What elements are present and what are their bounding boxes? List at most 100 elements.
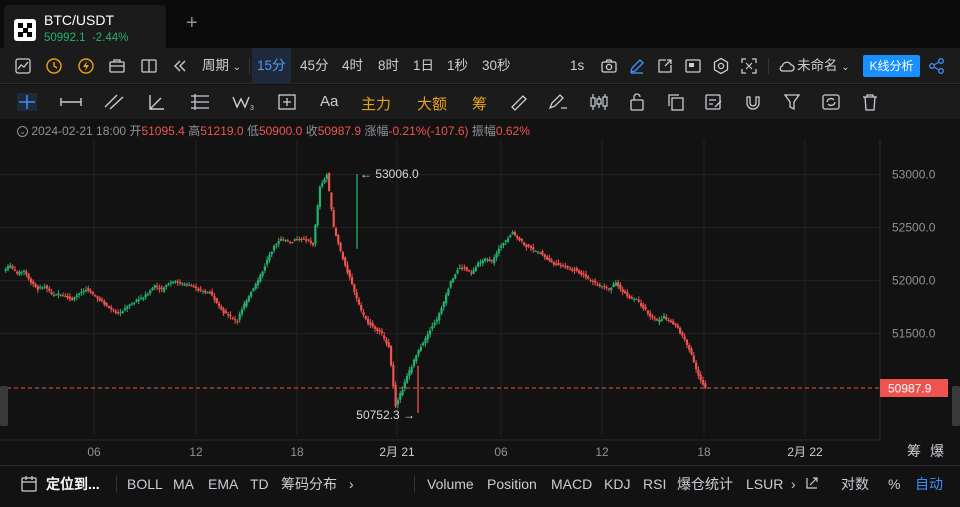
candle-body xyxy=(266,259,269,265)
settings-gear-icon[interactable] xyxy=(712,57,730,75)
sync-icon[interactable] xyxy=(821,93,841,111)
indicator-lsur[interactable]: LSUR xyxy=(746,466,783,502)
period-45m[interactable]: 45分 xyxy=(300,48,329,84)
candle-body xyxy=(282,239,285,241)
indicator-boll[interactable]: BOLL xyxy=(127,466,163,502)
candle-body xyxy=(162,287,166,292)
candle-body xyxy=(68,296,72,299)
candle-body xyxy=(600,286,604,288)
parallel-channel-icon[interactable] xyxy=(103,93,125,111)
indicator-icon[interactable] xyxy=(45,57,63,75)
main-force-toggle[interactable]: 主力 xyxy=(361,93,391,114)
fibonacci-icon[interactable] xyxy=(189,93,211,111)
measure-box-icon[interactable] xyxy=(277,93,297,111)
indicator-rsi[interactable]: RSI xyxy=(643,466,666,502)
lightning-icon[interactable] xyxy=(77,57,95,75)
text-tool[interactable]: Aa xyxy=(320,93,338,110)
candle-body xyxy=(550,259,553,263)
candle-body xyxy=(155,286,159,288)
lock-icon[interactable] xyxy=(628,93,646,111)
indicator-macd[interactable]: MACD xyxy=(551,466,592,502)
edit-note-icon[interactable] xyxy=(704,93,724,111)
external-link-icon[interactable] xyxy=(805,476,819,490)
period-1s[interactable]: 1秒 xyxy=(447,48,468,84)
share-icon[interactable] xyxy=(928,57,946,75)
liquidation-tab[interactable]: 爆 xyxy=(930,444,944,460)
crosshair-icon[interactable] xyxy=(17,93,37,111)
indicator-kdj[interactable]: KDJ xyxy=(604,466,630,502)
angle-tool-icon[interactable] xyxy=(147,93,167,111)
candle-body xyxy=(396,400,400,405)
large-order-toggle[interactable]: 大额 xyxy=(417,93,447,114)
wave-pattern-icon[interactable]: 3 xyxy=(231,93,257,111)
period-8h[interactable]: 8时 xyxy=(378,48,399,84)
period-4h[interactable]: 4时 xyxy=(342,48,363,84)
period-1d[interactable]: 1日 xyxy=(413,48,434,84)
indicator-position[interactable]: Position xyxy=(487,466,537,502)
indicator-chip-dist[interactable]: 筹码分布 xyxy=(281,466,337,502)
image-icon[interactable] xyxy=(684,57,702,75)
candle-body xyxy=(302,238,305,240)
scroll-right-handle[interactable] xyxy=(952,386,960,426)
indicator-ma[interactable]: MA xyxy=(173,466,194,502)
candle-body xyxy=(18,271,21,275)
candle-body xyxy=(87,288,90,291)
calendar-icon[interactable] xyxy=(20,475,38,493)
candle-body xyxy=(277,241,280,245)
indicator-td[interactable]: TD xyxy=(250,466,269,502)
candle-body xyxy=(467,270,471,272)
ohlc-collapse-icon[interactable]: ⌄ xyxy=(17,126,28,138)
scroll-left-handle[interactable] xyxy=(0,386,8,426)
camera-icon[interactable] xyxy=(600,57,618,75)
log-scale-toggle[interactable]: 对数 xyxy=(841,466,869,502)
chart-canvas[interactable]: 53000.0 52500.0 52000.0 51500.0 06 12 18 2月 21 0… xyxy=(0,140,960,465)
percent-scale-toggle[interactable]: % xyxy=(888,466,900,502)
auto-scale-toggle[interactable]: 自动 xyxy=(915,466,943,502)
candle-body xyxy=(589,279,592,281)
period-dropdown[interactable]: 周期 ⌄ xyxy=(202,48,241,84)
candle-body xyxy=(11,266,14,269)
fullscreen-icon[interactable] xyxy=(740,57,758,75)
candle-body xyxy=(305,239,308,241)
pencil-icon[interactable] xyxy=(628,57,646,75)
expand-window-icon[interactable] xyxy=(656,57,674,75)
chips-toggle[interactable]: 筹 xyxy=(472,93,487,114)
line-chart-icon[interactable] xyxy=(14,57,32,75)
locate-to-button[interactable]: 定位到... xyxy=(46,466,100,502)
candle-body xyxy=(188,284,191,286)
period-30s[interactable]: 30秒 xyxy=(482,48,511,84)
ruler-icon[interactable] xyxy=(509,93,529,111)
layout-name-dropdown[interactable]: 未命名 ⌄ xyxy=(797,48,850,84)
chip-tab[interactable]: 筹 xyxy=(907,443,921,460)
candle-body xyxy=(29,278,33,283)
candle-body xyxy=(697,369,700,376)
split-layout-icon[interactable] xyxy=(140,57,158,75)
copy-icon[interactable] xyxy=(666,93,686,111)
chevron-right-icon[interactable]: › xyxy=(791,466,796,502)
candle-body xyxy=(389,345,393,366)
brush-icon[interactable] xyxy=(547,93,569,111)
candles-icon[interactable] xyxy=(588,93,610,111)
add-tab-button[interactable]: + xyxy=(186,12,198,35)
candle-body xyxy=(245,300,248,307)
filter-icon[interactable] xyxy=(783,93,801,111)
period-15m[interactable]: 15分 xyxy=(252,48,291,84)
trash-icon[interactable] xyxy=(861,93,879,111)
chevron-right-icon[interactable]: › xyxy=(349,466,354,502)
candle-body xyxy=(584,274,588,278)
briefcase-icon[interactable] xyxy=(108,57,126,75)
interval-setting[interactable]: 1s xyxy=(570,48,584,84)
rewind-icon[interactable] xyxy=(171,57,189,75)
magnet-icon[interactable] xyxy=(743,93,763,111)
divider xyxy=(414,476,415,492)
kline-analysis-button[interactable]: K线分析 xyxy=(863,55,920,77)
candle-body xyxy=(419,346,422,351)
horizontal-line-icon[interactable] xyxy=(59,93,83,111)
indicator-liquidation[interactable]: 爆仓统计 xyxy=(677,466,733,502)
candlestick-chart[interactable]: 53000.0 52500.0 52000.0 51500.0 06 12 18 2月 21 0… xyxy=(0,140,960,465)
indicator-volume[interactable]: Volume xyxy=(427,466,474,502)
candle-body xyxy=(417,350,420,355)
indicator-ema[interactable]: EMA xyxy=(208,466,238,502)
tab-btc-usdt[interactable]: BTC/USDT 50992.1 -2.44% xyxy=(4,5,166,48)
candle-body xyxy=(548,258,551,261)
